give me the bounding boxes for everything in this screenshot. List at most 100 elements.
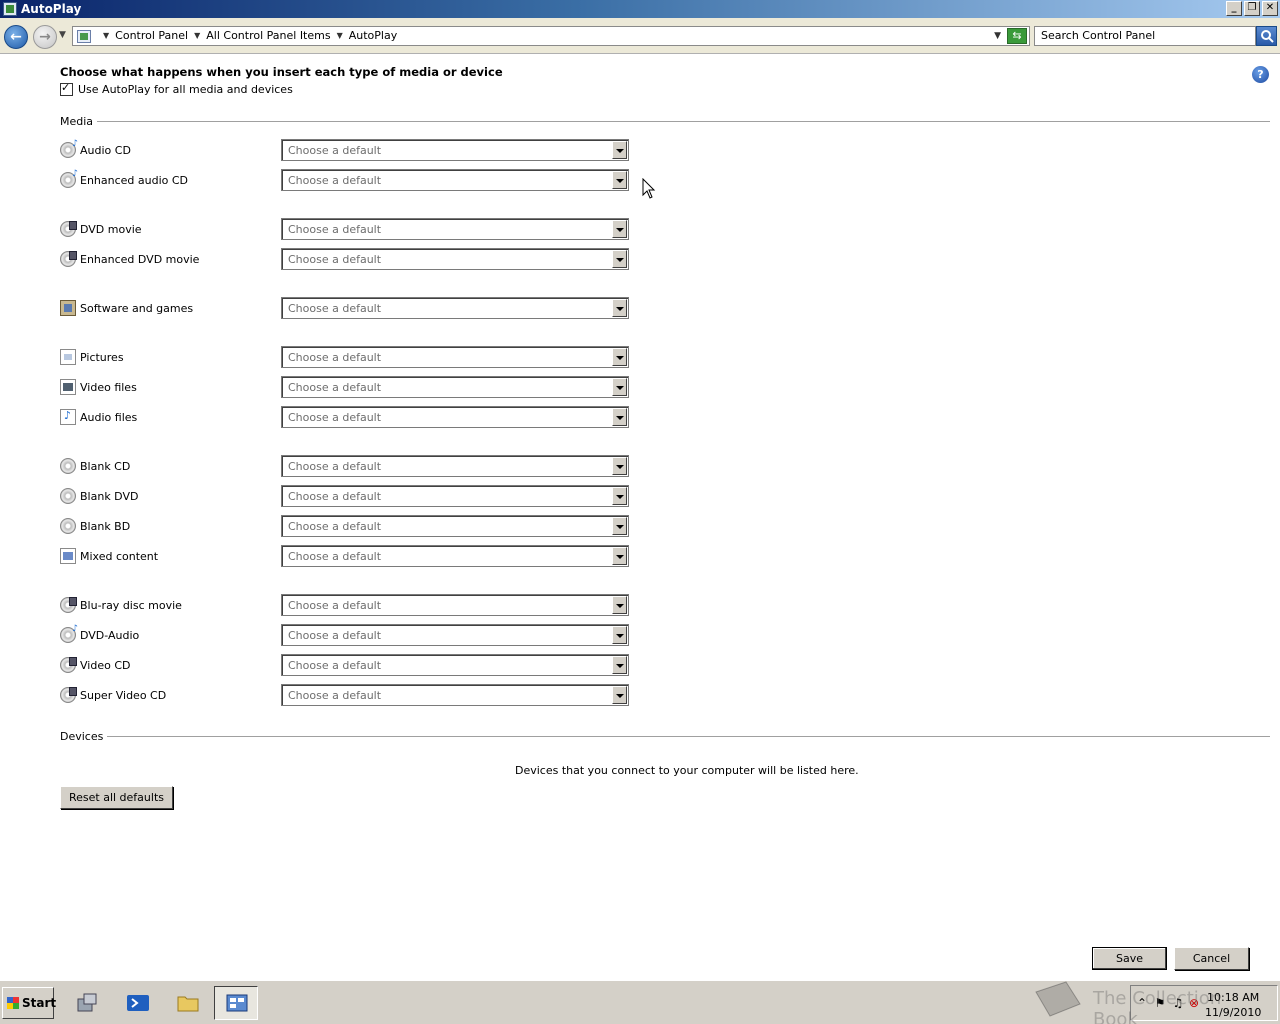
default-action-select-audio-files[interactable]: Choose a default — [281, 406, 629, 428]
chevron-down-icon[interactable] — [612, 141, 627, 159]
media-group-label: Media — [60, 115, 94, 128]
title-bar[interactable]: AutoPlay _ ❐ ✕ — [0, 0, 1280, 18]
back-button[interactable]: ← — [4, 25, 28, 49]
default-action-select-enhanced-audio-cd[interactable]: Choose a default — [281, 169, 629, 191]
default-action-select-blank-bd[interactable]: Choose a default — [281, 515, 629, 537]
media-label-dvd-audio: DVD-Audio — [80, 629, 140, 642]
default-action-select-mixed-content[interactable]: Choose a default — [281, 545, 629, 567]
default-action-select-dvd-movie[interactable]: Choose a default — [281, 218, 629, 240]
default-action-select-blu-ray-disc-movie[interactable]: Choose a default — [281, 594, 629, 616]
chevron-down-icon[interactable] — [612, 457, 627, 475]
volume-icon[interactable]: ♫ — [1171, 996, 1185, 1010]
chevron-down-icon[interactable] — [612, 408, 627, 426]
default-action-select-pictures[interactable]: Choose a default — [281, 346, 629, 368]
media-label-super-video-cd: Super Video CD — [80, 689, 167, 702]
dvd-movie-icon — [60, 687, 77, 703]
chevron-down-icon[interactable] — [612, 378, 627, 396]
use-autoplay-option[interactable]: ✓ Use AutoPlay for all media and devices — [60, 81, 293, 96]
address-toolbar: ← → ▼ ▼ Control Panel ▼ All Control Pane… — [0, 18, 1280, 54]
page-title: Choose what happens when you insert each… — [60, 65, 503, 79]
address-box[interactable]: ▼ Control Panel ▼ All Control Panel Item… — [72, 26, 1030, 46]
chevron-down-icon[interactable] — [612, 686, 627, 704]
chevron-down-icon[interactable] — [612, 220, 627, 238]
media-row-blank-cd: Blank CD Choose a default — [60, 455, 630, 477]
network-error-icon[interactable]: ⊗ — [1187, 996, 1201, 1010]
select-value: Choose a default — [288, 689, 382, 702]
chevron-down-icon[interactable] — [612, 596, 627, 614]
restore-button[interactable]: ❐ — [1244, 1, 1260, 16]
breadcrumb-autoplay[interactable]: AutoPlay — [349, 29, 397, 42]
default-action-select-blank-cd[interactable]: Choose a default — [281, 455, 629, 477]
default-action-select-blank-dvd[interactable]: Choose a default — [281, 485, 629, 507]
select-value: Choose a default — [288, 302, 382, 315]
media-label-audio-cd: Audio CD — [80, 144, 131, 157]
refresh-icon[interactable]: ⇆ — [1007, 28, 1027, 44]
default-action-select-video-cd[interactable]: Choose a default — [281, 654, 629, 676]
chevron-down-icon[interactable] — [612, 626, 627, 644]
blank-disc-icon — [60, 518, 76, 534]
taskbar: Start ⌃ ⚑ ♫ ⊗ 10:18 AM 11/9/2010 — [0, 980, 1280, 1024]
chevron-right-icon[interactable]: ▼ — [337, 31, 343, 40]
select-value: Choose a default — [288, 550, 382, 563]
minimize-button[interactable]: _ — [1226, 1, 1242, 16]
media-label-video-cd: Video CD — [80, 659, 131, 672]
help-icon[interactable]: ? — [1252, 66, 1269, 83]
default-action-select-audio-cd[interactable]: Choose a default — [281, 139, 629, 161]
chevron-down-icon[interactable] — [612, 171, 627, 189]
close-button[interactable]: ✕ — [1262, 1, 1278, 16]
media-label-pictures: Pictures — [80, 351, 124, 364]
blank-disc-icon — [60, 488, 76, 504]
devices-group-label: Devices — [60, 730, 104, 743]
chevron-right-icon[interactable]: ▼ — [194, 31, 200, 40]
cancel-button[interactable]: Cancel — [1174, 947, 1249, 970]
windows-logo-icon — [7, 997, 19, 1009]
devices-group-header: Devices — [60, 730, 1270, 743]
media-row-super-video-cd: Super Video CD Choose a default — [60, 684, 630, 706]
chevron-down-icon[interactable] — [612, 517, 627, 535]
taskbar-explorer[interactable] — [166, 986, 210, 1020]
chevron-down-icon[interactable] — [612, 487, 627, 505]
show-hidden-icons-icon[interactable]: ⌃ — [1135, 996, 1149, 1010]
select-value: Choose a default — [288, 520, 382, 533]
chevron-down-icon[interactable] — [612, 656, 627, 674]
start-button[interactable]: Start — [2, 987, 56, 1019]
chevron-down-icon[interactable] — [612, 250, 627, 268]
window-controls: _ ❐ ✕ — [1226, 1, 1278, 16]
chevron-down-icon[interactable] — [612, 547, 627, 565]
default-action-select-super-video-cd[interactable]: Choose a default — [281, 684, 629, 706]
clock-date[interactable]: 11/9/2010 — [1205, 1006, 1261, 1019]
search-button[interactable] — [1256, 26, 1277, 46]
picture-file-icon — [60, 349, 76, 365]
forward-button[interactable]: → — [33, 25, 57, 49]
taskbar-server-manager[interactable] — [66, 986, 110, 1020]
taskbar-control-panel[interactable] — [214, 986, 258, 1020]
action-center-icon[interactable]: ⚑ — [1153, 996, 1167, 1010]
default-action-select-software-and-games[interactable]: Choose a default — [281, 297, 629, 319]
media-row-mixed-content: Mixed content Choose a default — [60, 545, 630, 567]
media-row-blank-bd: Blank BD Choose a default — [60, 515, 630, 537]
media-row-enhanced-audio-cd: Enhanced audio CD Choose a default — [60, 169, 630, 191]
breadcrumb-control-panel[interactable]: Control Panel — [115, 29, 188, 42]
default-action-select-dvd-audio[interactable]: Choose a default — [281, 624, 629, 646]
media-label-mixed-content: Mixed content — [80, 550, 159, 563]
save-button[interactable]: Save — [1092, 947, 1167, 970]
select-value: Choose a default — [288, 174, 382, 187]
chevron-right-icon[interactable]: ▼ — [103, 31, 109, 40]
default-action-select-video-files[interactable]: Choose a default — [281, 376, 629, 398]
media-row-blu-ray-disc-movie: Blu-ray disc movie Choose a default — [60, 594, 630, 616]
chevron-down-icon[interactable] — [612, 348, 627, 366]
clock-time[interactable]: 10:18 AM — [1207, 991, 1259, 1004]
recent-pages-dropdown-icon[interactable]: ▼ — [59, 30, 66, 40]
reset-all-defaults-button[interactable]: Reset all defaults — [60, 786, 173, 809]
address-dropdown-icon[interactable]: ▼ — [994, 31, 1001, 41]
chevron-down-icon[interactable] — [612, 299, 627, 317]
select-value: Choose a default — [288, 144, 382, 157]
folder-icon — [177, 996, 199, 1012]
search-input[interactable]: Search Control Panel — [1034, 26, 1256, 46]
devices-note: Devices that you connect to your compute… — [515, 764, 859, 777]
taskbar-powershell[interactable] — [116, 986, 160, 1020]
select-value: Choose a default — [288, 629, 382, 642]
default-action-select-enhanced-dvd-movie[interactable]: Choose a default — [281, 248, 629, 270]
use-autoplay-checkbox[interactable]: ✓ — [60, 81, 73, 96]
breadcrumb-all-items[interactable]: All Control Panel Items — [206, 29, 330, 42]
